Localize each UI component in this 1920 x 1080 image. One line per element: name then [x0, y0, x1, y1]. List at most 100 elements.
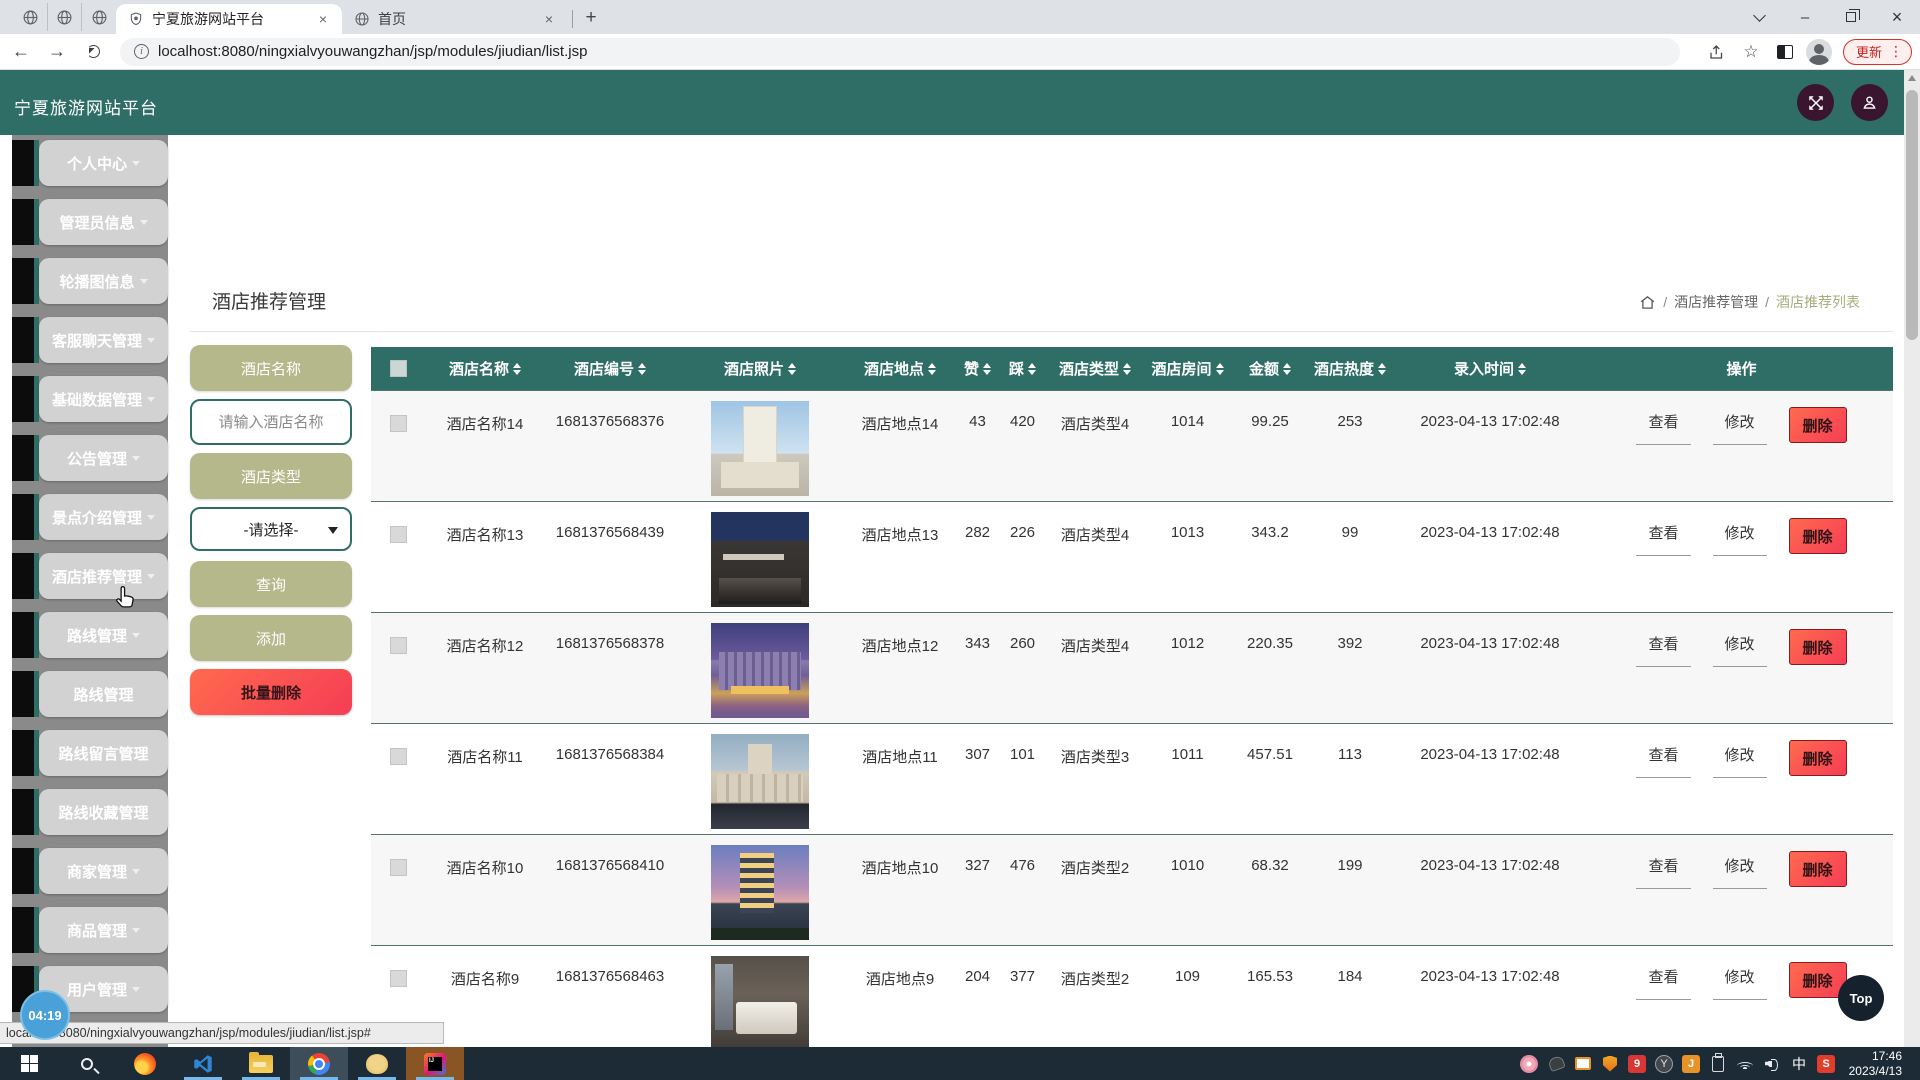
fullscreen-button[interactable]	[1797, 84, 1834, 121]
sidebar-item[interactable]: 轮播图信息	[12, 258, 168, 304]
pinned-tab[interactable]	[82, 3, 116, 31]
sidebar-item[interactable]: 客服聊天管理	[12, 317, 168, 363]
taskbar-intellij[interactable]: IJ	[406, 1047, 464, 1080]
sort-icon[interactable]	[983, 363, 991, 375]
tray-flower-icon[interactable]	[1520, 1055, 1538, 1073]
view-link[interactable]: 查看	[1636, 740, 1690, 778]
sort-icon[interactable]	[1123, 363, 1131, 375]
sidebar-item[interactable]: 酒店推荐管理	[12, 553, 168, 599]
view-link[interactable]: 查看	[1636, 518, 1690, 556]
view-link[interactable]: 查看	[1636, 407, 1690, 445]
view-link[interactable]: 查看	[1636, 962, 1690, 1000]
tray-usb-icon[interactable]	[1709, 1055, 1727, 1073]
sort-icon[interactable]	[1216, 363, 1224, 375]
hotel-name-input[interactable]	[190, 399, 352, 445]
delete-button[interactable]: 删除	[1789, 407, 1847, 443]
tray-y-icon[interactable]: Y	[1655, 1055, 1673, 1073]
query-button[interactable]: 查询	[190, 561, 352, 607]
profile-button[interactable]	[1805, 38, 1833, 66]
sidebar-item[interactable]: 个人中心	[12, 140, 168, 186]
sidebar-item[interactable]: 商品管理	[12, 907, 168, 953]
sidebar-item[interactable]: 公告管理	[12, 435, 168, 481]
delete-button[interactable]: 删除	[1789, 740, 1847, 776]
row-checkbox[interactable]	[390, 415, 407, 432]
info-icon[interactable]: i	[134, 44, 149, 59]
sidebar-item[interactable]: 景点介绍管理	[12, 494, 168, 540]
col-likes[interactable]: 赞	[955, 358, 1000, 379]
delete-button[interactable]: 删除	[1789, 518, 1847, 554]
edit-link[interactable]: 修改	[1713, 518, 1767, 556]
sidebar-item[interactable]: 基础数据管理	[12, 376, 168, 422]
col-heat[interactable]: 酒店热度	[1310, 358, 1390, 379]
bookmark-button[interactable]: ☆	[1737, 38, 1765, 66]
taskbar-explorer[interactable]	[232, 1047, 290, 1080]
taskbar-vscode[interactable]	[174, 1047, 232, 1080]
side-panel-button[interactable]	[1771, 38, 1799, 66]
taskbar-chrome[interactable]	[290, 1047, 348, 1080]
start-button[interactable]	[0, 1047, 58, 1080]
row-checkbox[interactable]	[390, 970, 407, 987]
page-scrollbar[interactable]	[1904, 70, 1920, 1047]
col-amount[interactable]: 金额	[1230, 358, 1310, 379]
sidebar-item[interactable]: 路线留言管理	[12, 730, 168, 776]
sort-icon[interactable]	[513, 363, 521, 375]
pinned-tab[interactable]	[14, 3, 48, 31]
back-to-top-button[interactable]: Top	[1838, 975, 1884, 1021]
close-button[interactable]: ×	[1874, 0, 1920, 34]
share-button[interactable]	[1703, 38, 1731, 66]
tray-window-icon[interactable]	[1574, 1055, 1592, 1073]
col-hotel-room[interactable]: 酒店房间	[1145, 358, 1230, 379]
scrollbar-thumb[interactable]	[1906, 90, 1918, 340]
batch-delete-button[interactable]: 批量删除	[190, 669, 352, 715]
tray-shield-icon[interactable]	[1601, 1055, 1619, 1073]
sidebar-item[interactable]: 路线管理	[12, 612, 168, 658]
minimize-button[interactable]: –	[1782, 0, 1828, 34]
forward-button[interactable]: →	[42, 37, 72, 67]
sort-icon[interactable]	[788, 363, 796, 375]
col-hotel-photo[interactable]: 酒店照片	[675, 358, 845, 379]
back-button[interactable]: ←	[6, 37, 36, 67]
taskbar-firefox[interactable]	[116, 1047, 174, 1080]
col-time[interactable]: 录入时间	[1390, 358, 1590, 379]
sidebar-item[interactable]: 路线管理	[12, 671, 168, 717]
sidebar-item[interactable]: 商家管理	[12, 848, 168, 894]
col-hotel-type[interactable]: 酒店类型	[1045, 358, 1145, 379]
scroll-up-arrow-icon[interactable]	[1904, 70, 1920, 86]
edit-link[interactable]: 修改	[1713, 407, 1767, 445]
tab-close-icon[interactable]: ×	[540, 10, 558, 28]
view-link[interactable]: 查看	[1636, 629, 1690, 667]
breadcrumb-level1[interactable]: 酒店推荐管理	[1674, 292, 1758, 312]
sort-icon[interactable]	[638, 363, 646, 375]
sort-icon[interactable]	[928, 363, 936, 375]
new-tab-button[interactable]: +	[577, 4, 605, 32]
taskbar-navicat[interactable]	[348, 1047, 406, 1080]
sort-icon[interactable]	[1283, 363, 1291, 375]
col-hotel-name[interactable]: 酒店名称	[425, 358, 545, 379]
user-button[interactable]	[1851, 84, 1888, 121]
chrome-update-button[interactable]: 更新 ⋮	[1843, 39, 1912, 65]
url-bar[interactable]: i localhost:8080/ningxialvyouwangzhan/js…	[120, 38, 1680, 66]
pinned-tab[interactable]	[48, 3, 82, 31]
tray-volume-icon[interactable]	[1763, 1055, 1781, 1073]
edit-link[interactable]: 修改	[1713, 962, 1767, 1000]
tray-wifi-icon[interactable]	[1736, 1055, 1754, 1073]
taskbar-clock[interactable]: 17:46 2023/4/13	[1844, 1049, 1910, 1079]
tray-java-icon[interactable]: J	[1682, 1055, 1700, 1073]
more-menu-icon[interactable]: ⋮	[1889, 43, 1903, 60]
delete-button[interactable]: 删除	[1789, 851, 1847, 887]
taskbar-search-button[interactable]	[58, 1047, 116, 1080]
tray-dish-icon[interactable]	[1547, 1055, 1565, 1073]
col-dislikes[interactable]: 踩	[1000, 358, 1045, 379]
col-hotel-code[interactable]: 酒店编号	[545, 358, 675, 379]
row-checkbox[interactable]	[390, 526, 407, 543]
home-icon[interactable]	[1639, 294, 1656, 311]
sort-icon[interactable]	[1378, 363, 1386, 375]
delete-button[interactable]: 删除	[1789, 629, 1847, 665]
tray-sogou-icon[interactable]: 9	[1628, 1055, 1646, 1073]
row-checkbox[interactable]	[390, 859, 407, 876]
hotel-type-select[interactable]: -请选择-	[190, 507, 352, 551]
sort-icon[interactable]	[1518, 363, 1526, 375]
edit-link[interactable]: 修改	[1713, 851, 1767, 889]
tab-active[interactable]: 宁夏旅游网站平台 ×	[116, 4, 342, 34]
row-checkbox[interactable]	[390, 748, 407, 765]
